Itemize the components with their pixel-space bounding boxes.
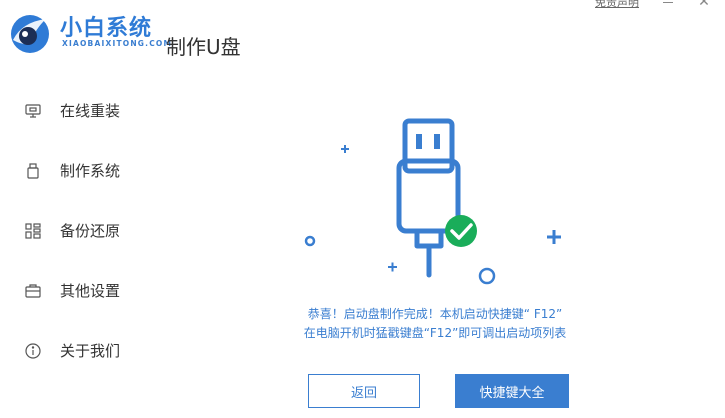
success-message-line1: 恭喜！启动盘制作完成！本机启动快捷键“ F12” — [307, 307, 563, 321]
success-message-line2: 在电脑开机时猛戳键盘“F12”即可调出启动项列表 — [303, 326, 567, 340]
sidebar-item-label: 其他设置 — [60, 282, 121, 300]
usb-drive-icon — [27, 163, 39, 179]
plus-icon — [547, 230, 561, 244]
monitor-icon — [25, 104, 41, 118]
check-icon — [445, 215, 477, 247]
brand-name: 小白系统 — [60, 16, 153, 41]
sidebar-item-label: 关于我们 — [60, 342, 121, 360]
usb-drive-icon — [396, 118, 461, 278]
window-controls: 免责声明 ✕ — [595, 0, 711, 10]
ring-icon — [478, 267, 496, 285]
ring-icon — [304, 235, 316, 247]
close-icon: ✕ — [698, 0, 710, 10]
hotkeys-button[interactable]: 快捷键大全 — [455, 374, 569, 408]
sidebar-item-other-settings[interactable]: 其他设置 — [0, 270, 160, 310]
back-button[interactable]: 返回 — [308, 374, 420, 408]
close-button[interactable]: ✕ — [697, 0, 711, 10]
sidebar-item-backup-restore[interactable]: 备份还原 — [0, 210, 160, 250]
minimize-icon — [663, 1, 673, 3]
info-icon — [25, 343, 41, 359]
sidebar-item-make-system[interactable]: 制作系统 — [0, 150, 160, 190]
sidebar-item-label: 在线重装 — [60, 102, 121, 120]
minimize-button[interactable] — [661, 0, 675, 9]
sidebar-item-label: 备份还原 — [60, 222, 121, 240]
brand-url: XIAOBAIXITONG.COM — [62, 39, 173, 48]
disclaimer-link[interactable]: 免责声明 — [595, 0, 639, 10]
plus-icon — [341, 145, 349, 153]
sidebar-item-online-reinstall[interactable]: 在线重装 — [0, 90, 160, 130]
usb-contact — [434, 134, 440, 149]
grid-icon — [25, 223, 41, 239]
usb-contact — [416, 134, 422, 149]
sidebar-item-about-us[interactable]: 关于我们 — [0, 330, 160, 370]
briefcase-icon — [25, 284, 41, 298]
page-title: 制作U盘 — [166, 35, 241, 59]
xiaobai-logo-icon — [11, 15, 49, 53]
sidebar-item-label: 制作系统 — [60, 162, 121, 180]
plus-icon — [388, 262, 397, 272]
